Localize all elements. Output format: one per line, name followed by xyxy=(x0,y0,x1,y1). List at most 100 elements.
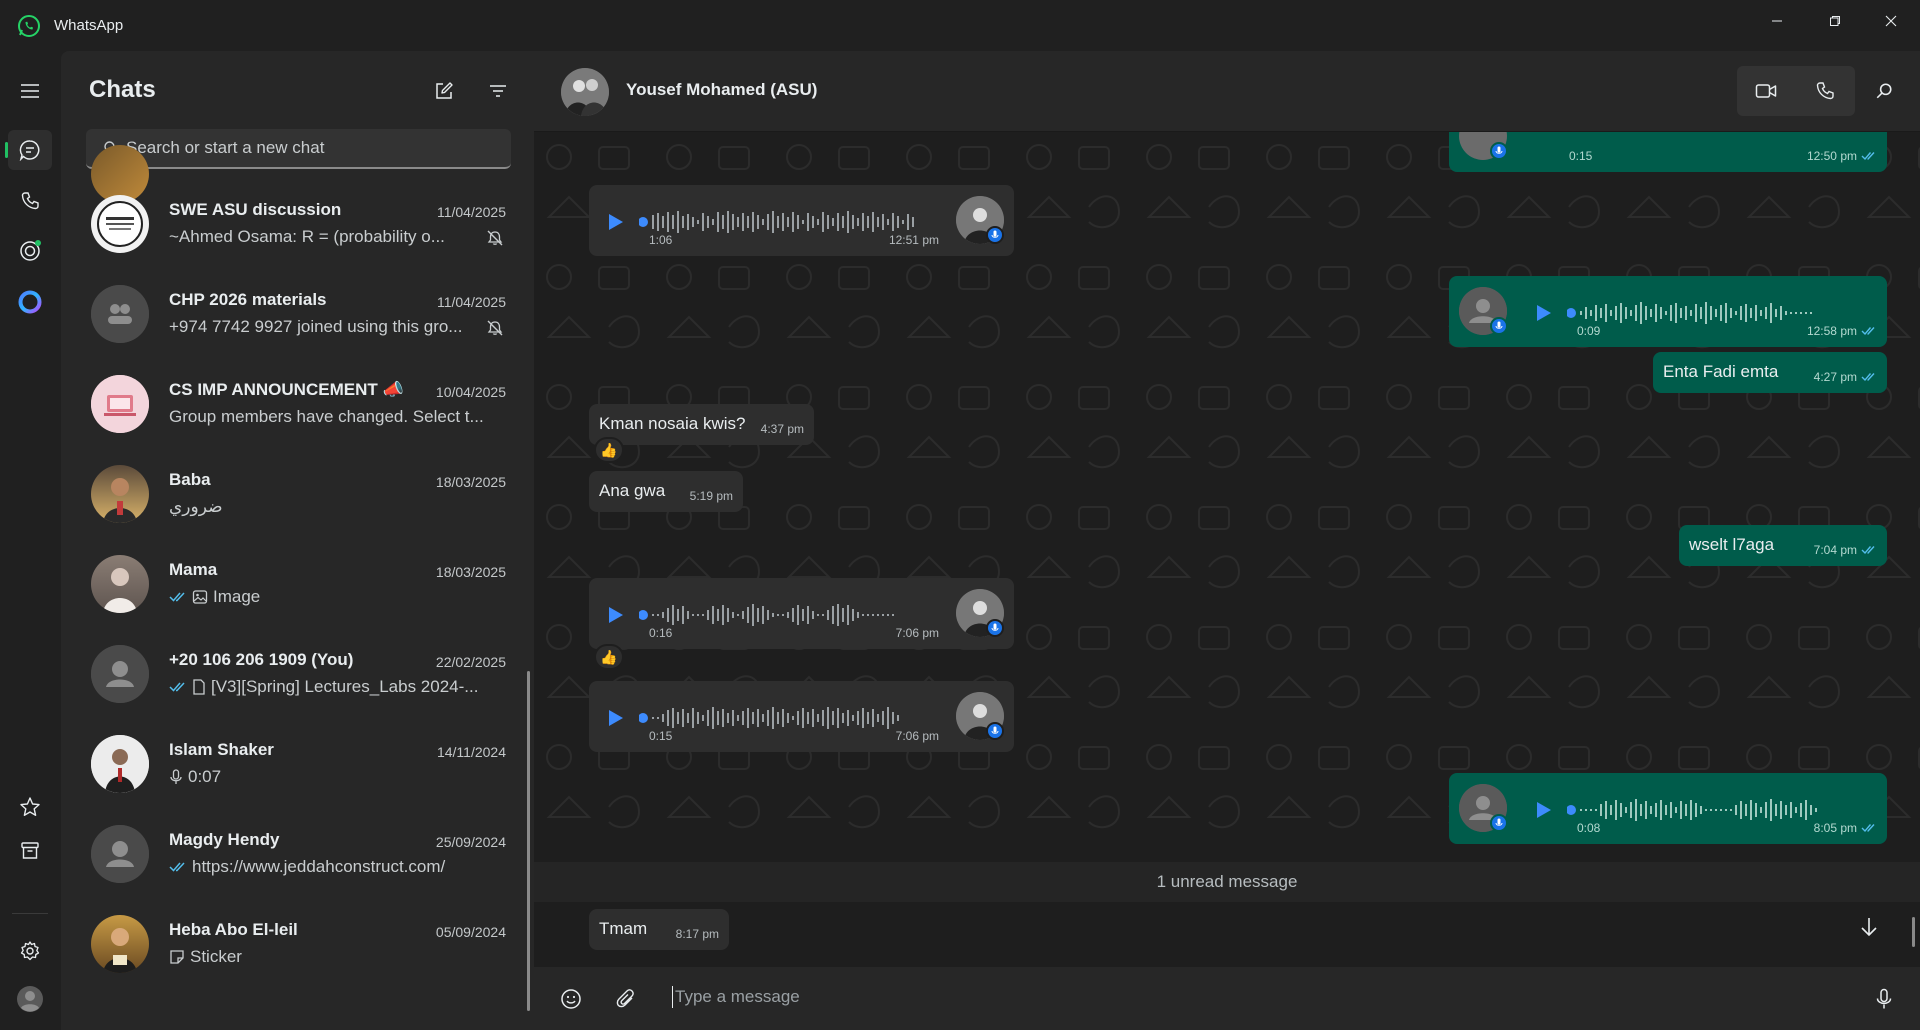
chat-preview-text: [V3][Spring] Lectures_Labs 2024-... xyxy=(211,677,479,696)
document-icon xyxy=(193,679,205,695)
nav-status-button[interactable] xyxy=(8,231,52,271)
chat-name: SWE ASU discussion xyxy=(169,200,342,219)
paperclip-icon xyxy=(616,989,634,1008)
message-input[interactable]: Type a message xyxy=(672,986,800,1008)
voice-waveform[interactable] xyxy=(639,207,929,237)
meta-ai-button[interactable] xyxy=(8,282,52,322)
message-text: Tmam xyxy=(599,919,648,938)
chat-list-item[interactable]: Heba Abo El-leil 05/09/2024 Sticker xyxy=(61,899,526,989)
filter-icon xyxy=(490,85,506,97)
voice-waveform[interactable] xyxy=(639,703,929,733)
incoming-voice-message[interactable]: 0:16 7:06 pm xyxy=(589,578,1014,649)
chat-preview: Group members have changed. Select t... xyxy=(169,407,484,426)
chat-list-item[interactable]: Mama 18/03/2025 Image xyxy=(61,539,526,629)
profile-button[interactable] xyxy=(8,979,52,1019)
message-text: Enta Fadi emta xyxy=(1663,362,1779,381)
chat-list-scrollbar[interactable] xyxy=(527,671,530,1011)
message-composer: Type a message xyxy=(534,967,1920,1030)
message-text: Kman nosaia kwis? xyxy=(599,414,746,433)
contact-avatar[interactable] xyxy=(561,68,609,116)
hamburger-icon xyxy=(21,84,39,98)
voice-waveform[interactable] xyxy=(639,600,929,630)
star-icon xyxy=(20,797,40,816)
double-tick-icon xyxy=(169,682,185,692)
settings-button[interactable] xyxy=(8,931,52,971)
menu-button[interactable] xyxy=(8,71,52,111)
outgoing-text-message[interactable]: Enta Fadi emta 4:27 pm xyxy=(1653,352,1887,393)
arrow-down-icon xyxy=(1861,918,1877,937)
image-icon xyxy=(192,590,208,604)
chat-list-item[interactable]: +20 106 206 1909 (You) 22/02/2025 [V3][S… xyxy=(61,629,526,719)
nav-chats-button[interactable] xyxy=(5,130,52,170)
outgoing-text-message[interactable]: wselt l7aga 7:04 pm xyxy=(1679,525,1887,566)
search-in-chat-button[interactable] xyxy=(1855,66,1913,116)
thumbs-up-reaction[interactable]: 👍 xyxy=(594,644,624,670)
chats-panel: Chats Search or start a new chat SWE ASU… xyxy=(61,51,534,1030)
attach-button[interactable] xyxy=(606,979,646,1019)
chat-avatar xyxy=(91,375,149,433)
contact-name[interactable]: Yousef Mohamed (ASU) xyxy=(626,80,817,100)
conversation-scrollbar[interactable] xyxy=(1912,917,1915,947)
chat-list-item[interactable]: Islam Shaker 14/11/2024 0:07 xyxy=(61,719,526,809)
new-chat-button[interactable] xyxy=(426,73,462,109)
voice-call-button[interactable] xyxy=(1796,66,1854,116)
message-time: 7:04 pm xyxy=(1814,543,1877,557)
chat-name: Magdy Hendy xyxy=(169,830,280,849)
play-icon[interactable] xyxy=(604,604,626,626)
double-tick-icon xyxy=(169,592,185,602)
incoming-text-message[interactable]: Kman nosaia kwis? 4:37 pm xyxy=(589,404,814,445)
play-icon[interactable] xyxy=(604,707,626,729)
mic-badge-icon xyxy=(1490,814,1508,832)
incoming-text-message[interactable]: Tmam 8:17 pm xyxy=(589,909,729,950)
chat-date: 22/02/2025 xyxy=(435,654,506,670)
starred-messages-button[interactable] xyxy=(8,787,52,827)
muted-icon xyxy=(487,230,503,246)
close-button[interactable] xyxy=(1862,0,1920,41)
archived-button[interactable] xyxy=(8,831,52,871)
maximize-button[interactable] xyxy=(1806,0,1864,41)
video-call-button[interactable] xyxy=(1737,66,1795,116)
nav-calls-button[interactable] xyxy=(8,181,52,221)
restore-icon xyxy=(1830,15,1840,26)
voice-record-button[interactable] xyxy=(1864,979,1904,1019)
chat-date: 11/04/2025 xyxy=(436,204,506,220)
double-tick-icon xyxy=(1861,824,1875,833)
thumbs-up-reaction[interactable]: 👍 xyxy=(594,437,624,463)
conversation-header: Yousef Mohamed (ASU) xyxy=(534,51,1920,132)
chat-list-item[interactable]: CS IMP ANNOUNCEMENT 📣 10/04/2025 Group m… xyxy=(61,359,526,449)
app-title: WhatsApp xyxy=(54,17,124,34)
voice-duration: 0:15 xyxy=(649,729,673,743)
double-tick-icon xyxy=(1861,373,1875,382)
play-icon[interactable] xyxy=(1532,799,1554,821)
scroll-to-bottom-button[interactable] xyxy=(1849,907,1889,947)
search-icon xyxy=(1876,83,1892,99)
chat-name: +20 106 206 1909 (You) xyxy=(169,650,354,669)
chat-avatar xyxy=(91,285,149,343)
message-time: 12:58 pm xyxy=(1807,324,1877,338)
chat-list-item[interactable]: Baba 18/03/2025 ضروري xyxy=(61,449,526,539)
filter-button[interactable] xyxy=(480,73,516,109)
incoming-voice-message[interactable]: 1:06 12:51 pm xyxy=(589,185,1014,256)
minimize-button[interactable] xyxy=(1748,0,1806,41)
chat-list-item[interactable]: CHP 2026 materials 11/04/2025 +974 7742 … xyxy=(61,269,526,359)
mic-badge-icon xyxy=(1490,317,1508,335)
message-text: wselt l7aga xyxy=(1689,535,1775,554)
title-bar: WhatsApp xyxy=(0,0,1920,51)
message-area-bottom: Tmam 8:17 pm xyxy=(534,902,1920,967)
outgoing-voice-message[interactable]: 0:09 12:58 pm xyxy=(1449,276,1887,347)
message-text: Ana gwa xyxy=(599,481,666,500)
chat-list-item[interactable]: Magdy Hendy 25/09/2024 https://www.jedda… xyxy=(61,809,526,899)
meta-ai-icon xyxy=(18,290,42,314)
play-icon[interactable] xyxy=(1532,302,1554,324)
outgoing-voice-message[interactable]: 0:08 8:05 pm xyxy=(1449,773,1887,844)
chat-name: Mama xyxy=(169,560,218,579)
incoming-voice-message[interactable]: 0:15 7:06 pm xyxy=(589,681,1014,752)
incoming-text-message[interactable]: Ana gwa 5:19 pm xyxy=(589,471,743,512)
chat-name: CHP 2026 materials xyxy=(169,290,327,309)
message-time: 4:27 pm xyxy=(1814,370,1877,384)
chat-list-item[interactable]: SWE ASU discussion 11/04/2025 ~Ahmed Osa… xyxy=(61,179,526,269)
play-icon[interactable] xyxy=(604,211,626,233)
emoji-button[interactable] xyxy=(551,979,591,1019)
chat-wallpaper: 0:15 12:50 pm 1:06 12:51 pm 0:09 12:58 p… xyxy=(534,112,1920,1015)
archive-icon xyxy=(21,842,39,859)
